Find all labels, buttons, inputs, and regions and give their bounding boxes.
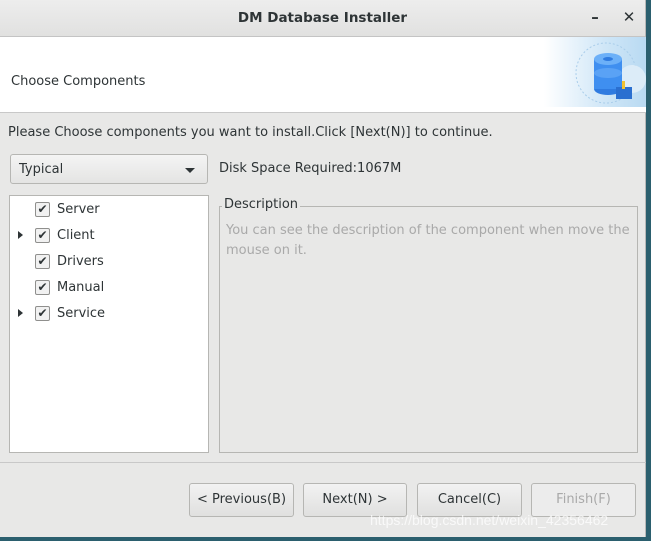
divider bbox=[0, 462, 646, 463]
installer-window: DM Database Installer – ✕ Choose Compone… bbox=[0, 0, 646, 537]
component-item-drivers[interactable]: ✔ Drivers bbox=[10, 251, 208, 273]
close-icon[interactable]: ✕ bbox=[619, 8, 639, 28]
checkbox-checked-icon[interactable]: ✔ bbox=[35, 306, 50, 321]
checkbox-checked-icon[interactable]: ✔ bbox=[35, 280, 50, 295]
component-label: Service bbox=[57, 306, 106, 321]
previous-button[interactable]: < Previous(B) bbox=[189, 483, 294, 517]
page-title: Choose Components bbox=[11, 74, 146, 89]
minimize-icon[interactable]: – bbox=[585, 8, 605, 28]
component-label: Manual bbox=[57, 280, 105, 295]
checkbox-checked-icon[interactable]: ✔ bbox=[35, 228, 50, 243]
checkbox-checked-icon[interactable]: ✔ bbox=[35, 254, 50, 269]
page-header: Choose Components bbox=[0, 37, 646, 113]
disk-space-label: Disk Space Required:1067M bbox=[219, 161, 402, 176]
checkbox-checked-icon[interactable]: ✔ bbox=[35, 202, 50, 217]
component-item-server[interactable]: ✔ Server bbox=[10, 199, 208, 221]
database-install-icon bbox=[544, 37, 646, 107]
window-title: DM Database Installer bbox=[237, 10, 408, 26]
install-type-dropdown[interactable]: Typical bbox=[10, 154, 208, 184]
description-text: You can see the description of the compo… bbox=[226, 223, 630, 258]
component-item-service[interactable]: ✔ Service bbox=[10, 303, 208, 325]
component-tree: ✔ Server ✔ Client ✔ Drivers ✔ Manual ✔ S… bbox=[9, 195, 209, 453]
description-title: Description bbox=[222, 197, 301, 212]
component-label: Drivers bbox=[57, 254, 104, 269]
component-item-manual[interactable]: ✔ Manual bbox=[10, 277, 208, 299]
component-item-client[interactable]: ✔ Client bbox=[10, 225, 208, 247]
expand-arrow-icon[interactable] bbox=[18, 309, 23, 317]
title-bar: DM Database Installer – ✕ bbox=[0, 0, 645, 37]
expand-arrow-icon[interactable] bbox=[18, 231, 23, 239]
instructions-text: Please Choose components you want to ins… bbox=[8, 125, 493, 140]
component-label: Client bbox=[57, 228, 95, 243]
install-type-value: Typical bbox=[19, 162, 64, 177]
watermark: https://blog.csdn.net/weixin_42356462 bbox=[370, 512, 609, 528]
chevron-down-icon bbox=[185, 168, 195, 173]
component-label: Server bbox=[57, 202, 100, 217]
